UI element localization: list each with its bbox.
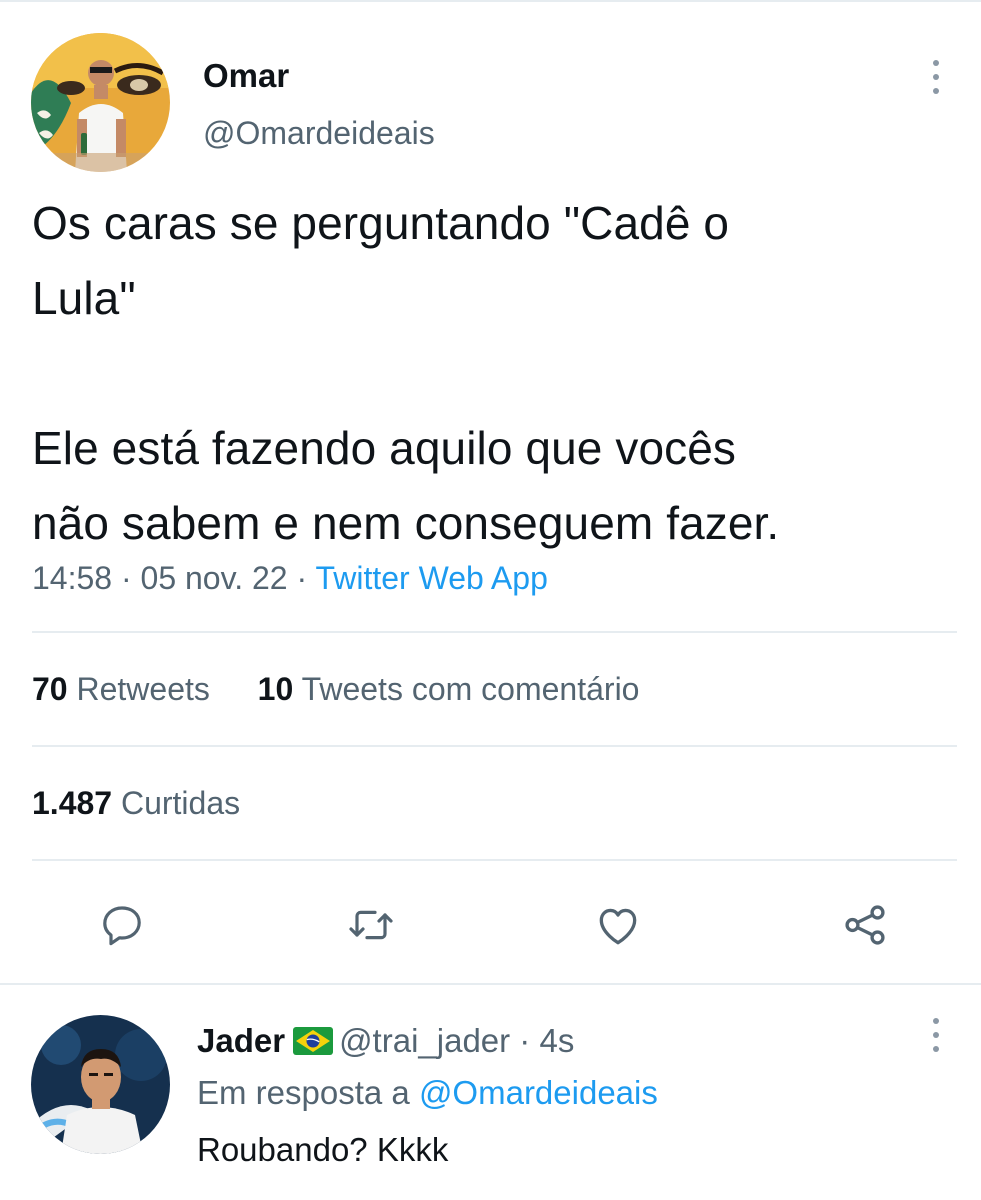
retweets-label: Retweets — [76, 671, 210, 707]
quote-tweets-count: 10 — [257, 671, 294, 707]
author-name[interactable]: Omar — [203, 56, 289, 96]
likes-stat[interactable]: 1.487 Curtidas — [32, 785, 240, 821]
tweet-time[interactable]: 14:58 — [32, 560, 112, 596]
top-divider — [0, 0, 981, 2]
section-divider — [0, 983, 981, 985]
reply-time[interactable]: 4s — [539, 1022, 574, 1059]
reply-header: Jader @trai_jader · 4s — [197, 1020, 574, 1062]
tweet-meta: 14:58 · 05 nov. 22 · Twitter Web App — [32, 556, 548, 600]
divider — [32, 859, 957, 861]
more-options-icon[interactable] — [924, 60, 948, 94]
quote-tweets-label: Tweets com comentário — [301, 671, 640, 707]
divider — [32, 631, 957, 633]
reply-text: Roubando? Kkkk — [197, 1131, 449, 1168]
like-stats: 1.487 Curtidas — [32, 781, 240, 825]
divider — [32, 745, 957, 747]
replying-to-mention[interactable]: @Omardeideais — [419, 1074, 658, 1111]
meta-separator: · — [287, 560, 316, 596]
reply-separator: · — [510, 1022, 540, 1059]
action-bar — [0, 895, 981, 955]
share-icon — [845, 905, 885, 945]
like-button[interactable] — [588, 895, 648, 955]
retweet-button[interactable] — [341, 895, 401, 955]
brazil-flag-icon — [293, 1027, 334, 1055]
likes-count: 1.487 — [32, 785, 113, 821]
reply-author-avatar[interactable] — [31, 1015, 170, 1154]
retweet-icon — [349, 910, 393, 940]
reply-more-options-icon[interactable] — [924, 1018, 948, 1052]
author-avatar[interactable] — [31, 33, 170, 172]
reply-button[interactable] — [92, 895, 152, 955]
retweets-count: 70 — [32, 671, 68, 707]
author-avatar-image — [31, 33, 170, 172]
meta-separator: · — [112, 560, 141, 596]
reply-author-handle[interactable]: @trai_jader — [339, 1022, 510, 1059]
tweet-source-link[interactable]: Twitter Web App — [315, 560, 547, 596]
quote-tweets-stat[interactable]: 10 Tweets com comentário — [258, 671, 640, 707]
reply-author-name[interactable]: Jader — [197, 1022, 285, 1059]
reply-avatar-image — [31, 1015, 170, 1154]
replying-to-label: Em resposta a — [197, 1074, 419, 1111]
reply-icon — [103, 906, 141, 946]
tweet-date[interactable]: 05 nov. 22 — [141, 560, 288, 596]
likes-label: Curtidas — [120, 785, 241, 821]
retweets-stat[interactable]: 70 Retweets — [32, 671, 210, 707]
share-button[interactable] — [835, 895, 895, 955]
retweet-stats: 70 Retweets 10 Tweets com comentário — [32, 667, 639, 711]
like-icon — [599, 908, 637, 945]
tweet-text: Os caras se perguntando "Cadê o Lula" El… — [32, 197, 780, 549]
author-handle[interactable]: @Omardeideais — [203, 113, 435, 153]
replying-to: Em resposta a @Omardeideais — [197, 1072, 658, 1114]
